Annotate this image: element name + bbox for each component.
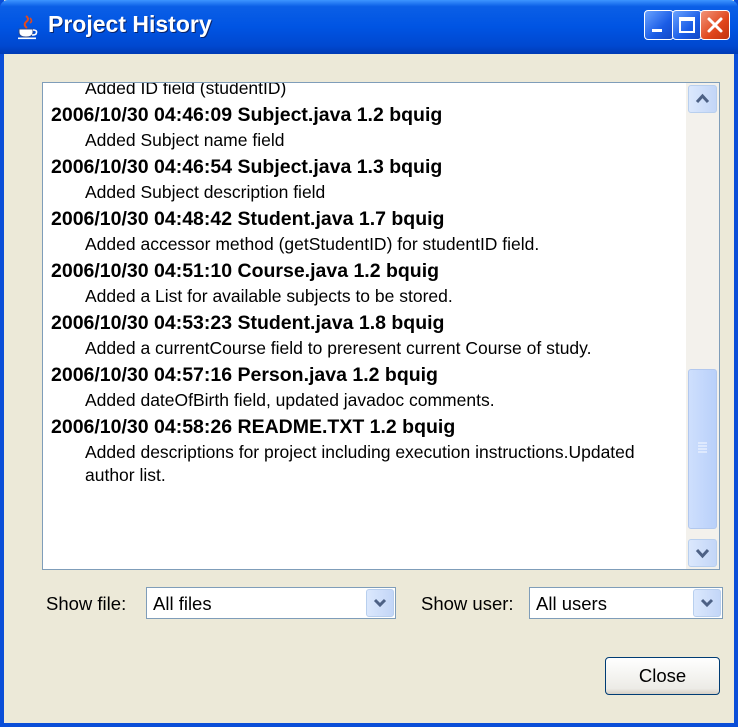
show-file-label: Show file: [46,593,127,614]
show-file-value: All files [153,593,212,614]
history-entry: 2006/10/30 04:51:10 Course.java 1.2 bqui… [51,258,679,308]
close-icon [707,17,723,33]
scroll-up-button[interactable] [688,85,717,113]
entry-header: 2006/10/30 04:46:54 Subject.java 1.3 bqu… [51,156,443,178]
scroll-thumb[interactable] [688,369,717,529]
history-entry: 2006/10/30 04:46:09 Subject.java 1.2 bqu… [51,102,679,152]
entry-header: 2006/10/30 04:48:42 Student.java 1.7 bqu… [51,208,445,230]
show-user-select[interactable]: All users [529,587,723,619]
entry-header: 2006/10/30 04:51:10 Course.java 1.2 bqui… [51,260,440,282]
project-history-window: Project History Added ID field (studentI… [0,0,738,727]
history-entry: 2006/10/30 04:53:23 Student.java 1.8 bqu… [51,310,679,360]
maximize-button[interactable] [672,10,702,40]
show-user-dropdown-button[interactable] [693,589,721,617]
close-window-button[interactable] [700,10,730,40]
scroll-down-button[interactable] [688,539,717,567]
entry-header: 2006/10/30 04:53:23 Student.java 1.8 bqu… [51,312,445,334]
entry-header: 2006/10/30 04:46:09 Subject.java 1.2 bqu… [51,104,443,126]
vertical-scrollbar[interactable] [686,83,719,569]
chevron-down-icon [373,598,387,608]
entry-message: Added ID field (studentID) [85,82,287,98]
java-cup-icon [16,14,40,40]
history-entry: Added ID field (studentID) [51,82,679,100]
entry-message: Added a currentCourse field to preresent… [85,338,592,358]
entry-message: Added Subject description field [85,182,326,202]
entry-message: Added Subject name field [85,130,285,150]
history-log[interactable]: Added ID field (studentID) 2006/10/30 04… [42,82,720,570]
history-entry: 2006/10/30 04:57:16 Person.java 1.2 bqui… [51,362,679,412]
entry-header: 2006/10/30 04:58:26 README.TXT 1.2 bquig [51,416,456,438]
show-file-dropdown-button[interactable] [366,589,394,617]
show-user-label: Show user: [421,593,514,614]
minimize-button[interactable] [644,10,674,40]
entry-header: 2006/10/30 04:57:16 Person.java 1.2 bqui… [51,364,438,386]
close-button[interactable]: Close [605,657,720,695]
show-file-select[interactable]: All files [146,587,396,619]
entry-message: Added descriptions for project including… [85,442,635,485]
chevron-up-icon [695,93,710,104]
show-user-value: All users [536,593,607,614]
history-entry: 2006/10/30 04:48:42 Student.java 1.7 bqu… [51,206,679,256]
title-bar[interactable]: Project History [0,0,738,54]
window-title: Project History [48,11,212,37]
maximize-icon [679,17,695,33]
chevron-down-icon [695,548,710,559]
minimize-icon [652,29,662,32]
history-entry: 2006/10/30 04:46:54 Subject.java 1.3 bqu… [51,154,679,204]
history-list: Added ID field (studentID) 2006/10/30 04… [51,82,679,489]
chevron-down-icon [700,598,714,608]
grip-icon [698,442,707,453]
entry-message: Added a List for available subjects to b… [85,286,453,306]
entry-message: Added accessor method (getStudentID) for… [85,234,540,254]
entry-message: Added dateOfBirth field, updated javadoc… [85,390,495,410]
history-entry: 2006/10/30 04:58:26 README.TXT 1.2 bquig… [51,414,679,487]
